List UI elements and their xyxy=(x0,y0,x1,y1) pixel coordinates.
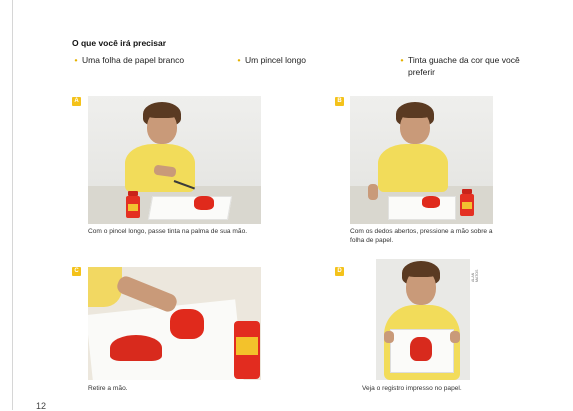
paint-jar-label xyxy=(462,202,472,209)
bullet-icon: • xyxy=(74,55,78,65)
page-margin-rule xyxy=(12,0,13,410)
child-fringe xyxy=(398,104,432,118)
hand-print xyxy=(410,337,432,361)
step-a-photo xyxy=(88,96,261,224)
step-d-photo xyxy=(376,259,470,380)
child-right-hand xyxy=(450,331,460,343)
step-c-badge: C xyxy=(72,267,81,276)
painted-hand xyxy=(170,309,204,339)
material-item-brush: • Um pincel longo xyxy=(235,54,355,66)
paint-jar-label xyxy=(128,204,138,211)
paint-jar xyxy=(460,189,474,216)
child-left-hand xyxy=(368,184,378,200)
child-fringe xyxy=(404,263,438,277)
hand-print xyxy=(110,335,162,361)
step-d-badge: D xyxy=(335,267,344,276)
paint-jar-label xyxy=(236,337,258,355)
bullet-icon: • xyxy=(237,55,241,65)
child-fringe xyxy=(145,104,179,118)
step-a-caption: Com o pincel longo, passe tinta na palma… xyxy=(88,228,248,235)
white-paper xyxy=(147,196,233,220)
material-item-paper: • Uma folha de papel branco xyxy=(72,54,222,66)
paint-jar xyxy=(126,191,140,218)
materials-heading: O que você irá precisar xyxy=(72,38,167,48)
step-b-caption: Com os dedos abertos, pressione a mão so… xyxy=(350,228,493,244)
material-item-text: Um pincel longo xyxy=(245,55,306,65)
material-item-text: Tinta guache da cor que você preferir xyxy=(408,55,520,77)
step-c-caption: Retire a mão. xyxy=(88,385,128,392)
painted-hand xyxy=(194,196,214,210)
step-b-badge: B xyxy=(335,97,344,106)
step-b-photo xyxy=(350,96,493,224)
step-d-caption: Veja o registro impresso no papel. xyxy=(362,385,462,392)
painted-hand xyxy=(422,196,440,208)
step-c-photo xyxy=(88,267,261,380)
child-left-hand xyxy=(384,331,394,343)
step-a-badge: A xyxy=(72,97,81,106)
material-item-paint: • Tinta guache da cor que você preferir xyxy=(398,54,548,78)
bullet-icon: • xyxy=(400,55,404,65)
child-shirt xyxy=(378,144,448,192)
material-item-text: Uma folha de papel branco xyxy=(82,55,185,65)
photo-credit: ALAN MATOS xyxy=(471,269,479,282)
